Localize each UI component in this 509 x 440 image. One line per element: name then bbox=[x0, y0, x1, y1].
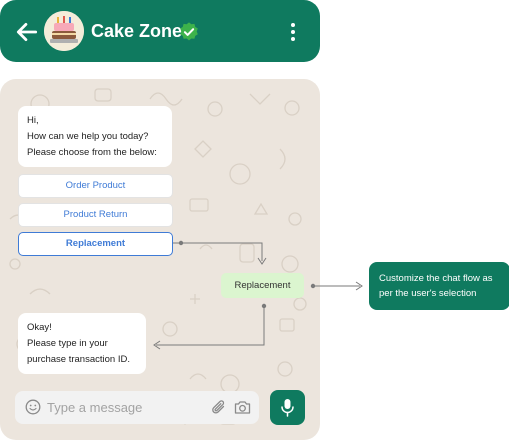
user-message-replacement: Replacement bbox=[221, 273, 304, 298]
avatar[interactable] bbox=[44, 11, 84, 51]
option-order-product[interactable]: Order Product bbox=[18, 174, 173, 198]
callout-text: per the user's selection bbox=[379, 288, 477, 299]
voice-message-button[interactable] bbox=[270, 390, 305, 425]
more-vertical-icon[interactable] bbox=[283, 20, 303, 44]
message-text: purchase transaction ID. bbox=[27, 354, 130, 365]
annotation-callout: Customize the chat flow as per the user'… bbox=[369, 262, 509, 310]
message-text: Please type in your bbox=[27, 338, 108, 349]
message-input[interactable] bbox=[47, 397, 207, 418]
message-text: Okay! bbox=[27, 322, 52, 333]
page-title: Cake Zone bbox=[91, 21, 183, 41]
option-product-return[interactable]: Product Return bbox=[18, 203, 173, 227]
message-text: Hi, bbox=[27, 115, 39, 126]
bot-message-greeting: Hi, How can we help you today? Please ch… bbox=[18, 106, 172, 167]
message-text: Please choose from the below: bbox=[27, 147, 157, 158]
chat-header: Cake Zone bbox=[0, 0, 320, 62]
cake-icon bbox=[44, 11, 84, 51]
camera-icon[interactable] bbox=[234, 400, 251, 415]
message-text: How can we help you today? bbox=[27, 131, 149, 142]
callout-text: Customize the chat flow as bbox=[379, 273, 493, 284]
bot-message-transaction: Okay! Please type in your purchase trans… bbox=[18, 313, 146, 374]
option-replacement[interactable]: Replacement bbox=[18, 232, 173, 256]
arrow-left-icon[interactable] bbox=[14, 19, 40, 45]
paperclip-icon[interactable] bbox=[211, 399, 227, 416]
message-composer bbox=[15, 391, 259, 424]
verified-badge-icon bbox=[180, 22, 198, 41]
emoji-icon[interactable] bbox=[25, 399, 41, 415]
microphone-icon bbox=[281, 399, 294, 417]
